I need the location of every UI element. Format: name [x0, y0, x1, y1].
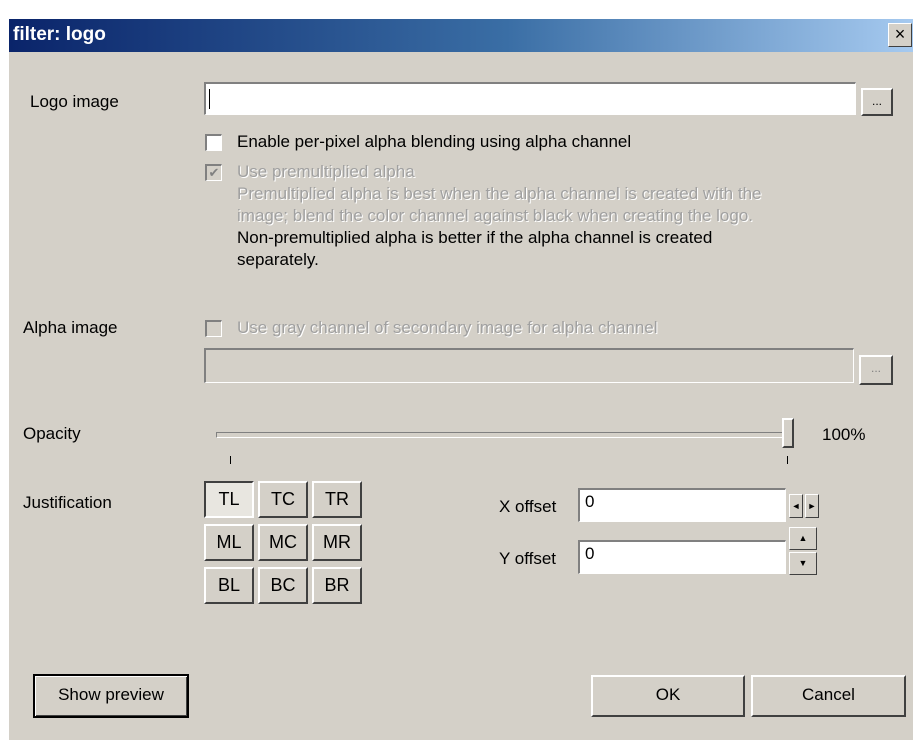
justify-bc-button[interactable]: BC: [258, 567, 308, 604]
x-offset-decrement[interactable]: ◄: [789, 494, 803, 518]
premultiplied-help-line: image; blend the color channel against b…: [237, 206, 754, 225]
justify-mc-button[interactable]: MC: [258, 524, 308, 561]
check-mark-icon: ✔: [208, 165, 220, 180]
text-caret: [209, 89, 210, 109]
justify-br-button[interactable]: BR: [312, 567, 362, 604]
arrow-right-icon: ►: [807, 501, 817, 511]
opacity-slider-track[interactable]: [216, 432, 790, 438]
premultiplied-help-text: Premultiplied alpha is best when the alp…: [237, 183, 762, 227]
alpha-image-path-input[interactable]: [204, 348, 854, 383]
cancel-button[interactable]: Cancel: [751, 675, 906, 717]
arrow-up-icon: ▲: [798, 533, 808, 543]
close-button[interactable]: ×: [888, 23, 912, 47]
logo-image-label: Logo image: [30, 92, 119, 111]
window-title: filter: logo: [13, 24, 106, 45]
title-bar[interactable]: filter: logo ×: [9, 19, 913, 52]
y-offset-label: Y offset: [499, 549, 557, 568]
non-premultiplied-note-line: Non-premultiplied alpha is better if the…: [237, 228, 713, 247]
gray-channel-label: Use gray channel of secondary image for …: [237, 318, 658, 337]
premultiplied-help-line: Premultiplied alpha is best when the alp…: [237, 184, 762, 203]
alpha-image-label: Alpha image: [23, 318, 118, 337]
justify-bl-button[interactable]: BL: [204, 567, 254, 604]
justify-tc-button[interactable]: TC: [258, 481, 308, 518]
slider-tick-min: [230, 456, 231, 464]
x-offset-increment[interactable]: ►: [805, 494, 819, 518]
y-offset-decrement[interactable]: ▼: [789, 552, 817, 575]
premultiplied-label: Use premultiplied alpha: [237, 162, 415, 181]
opacity-label: Opacity: [23, 424, 81, 443]
justify-mr-button[interactable]: MR: [312, 524, 362, 561]
arrow-down-icon: ▼: [798, 558, 808, 568]
logo-image-path-input[interactable]: [204, 82, 856, 115]
justification-label: Justification: [23, 493, 112, 512]
premultiplied-checkbox[interactable]: ✔: [205, 164, 222, 181]
alpha-blend-checkbox[interactable]: [205, 134, 222, 151]
ok-button[interactable]: OK: [591, 675, 745, 717]
arrow-left-icon: ◄: [791, 501, 801, 511]
alpha-image-browse-button[interactable]: ...: [859, 355, 893, 385]
x-offset-input[interactable]: 0: [578, 488, 786, 522]
justify-ml-button[interactable]: ML: [204, 524, 254, 561]
slider-tick-max: [787, 456, 788, 464]
y-offset-increment[interactable]: ▲: [789, 527, 817, 550]
logo-filter-dialog: filter: logo × Logo image ... Enable per…: [8, 18, 913, 740]
y-offset-input[interactable]: 0: [578, 540, 786, 574]
justify-tl-button[interactable]: TL: [204, 481, 254, 518]
opacity-value: 100%: [822, 425, 866, 444]
non-premultiplied-note-line: separately.: [237, 250, 319, 269]
show-preview-button[interactable]: Show preview: [33, 674, 189, 718]
alpha-blend-label: Enable per-pixel alpha blending using al…: [237, 132, 632, 151]
x-offset-label: X offset: [499, 497, 557, 516]
opacity-slider-thumb[interactable]: [782, 418, 794, 448]
non-premultiplied-note: Non-premultiplied alpha is better if the…: [237, 227, 712, 271]
logo-image-browse-button[interactable]: ...: [861, 88, 893, 116]
justify-tr-button[interactable]: TR: [312, 481, 362, 518]
gray-channel-checkbox[interactable]: [205, 320, 222, 337]
